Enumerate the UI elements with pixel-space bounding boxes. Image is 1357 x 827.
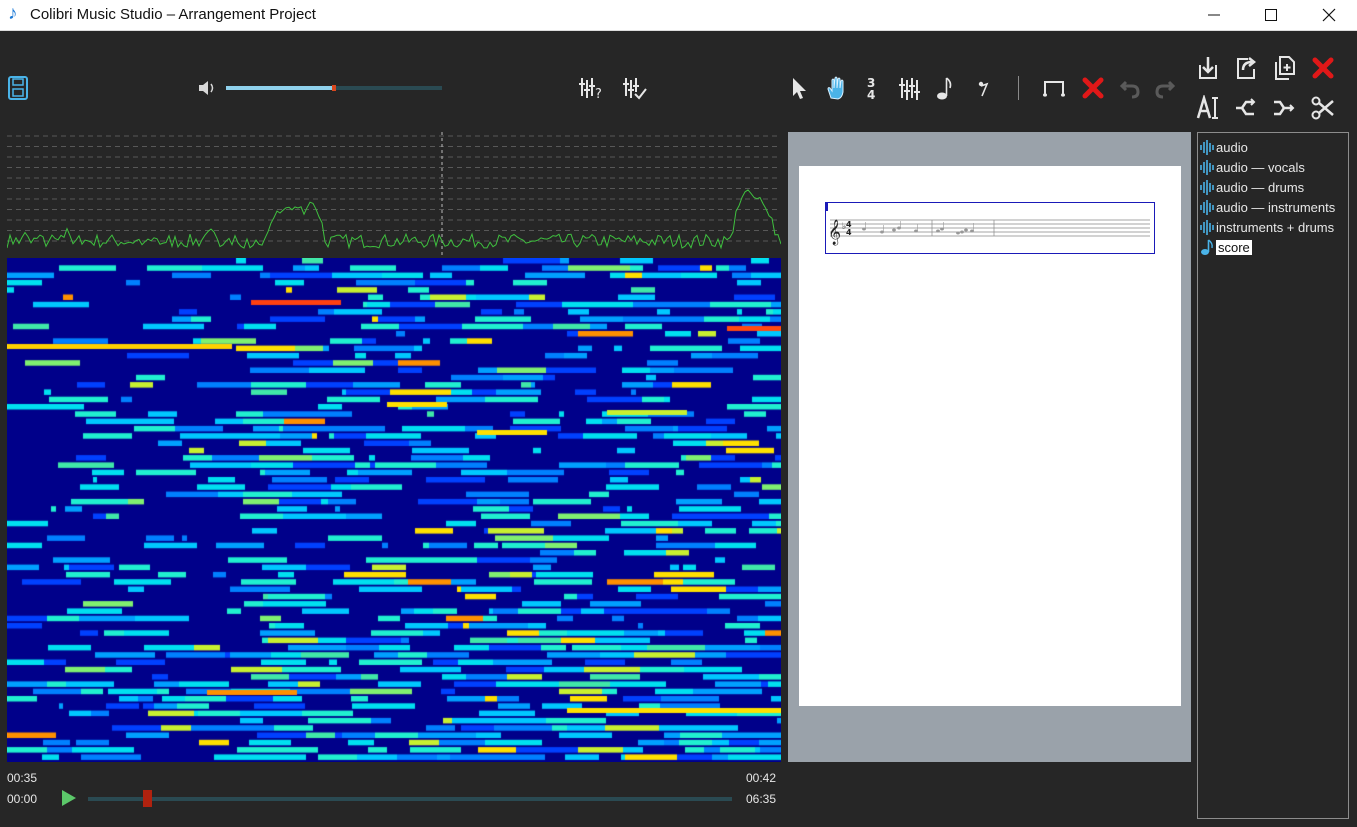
tree-item-audio-vocals[interactable]: audio — vocals [1200, 158, 1305, 176]
tree-item-audio-drums[interactable]: audio — drums [1200, 178, 1304, 196]
text-cursor-icon [1196, 95, 1218, 119]
current-time: 00:00 [7, 792, 38, 806]
export-button[interactable] [1233, 54, 1259, 82]
staff-notation: 𝄞 ♭ 4 4 [825, 203, 1150, 245]
delete-icon [1082, 77, 1104, 99]
tree-item-instruments-drums[interactable]: instruments + drums [1200, 218, 1334, 236]
merge-button[interactable] [1233, 94, 1259, 122]
tune-question-icon: ? [579, 78, 602, 101]
close-icon [1322, 8, 1336, 22]
pointer-tool-button[interactable] [787, 74, 811, 102]
waveform-icon [1200, 220, 1214, 235]
remove-icon [1312, 57, 1334, 79]
key-signature-button[interactable] [896, 74, 922, 102]
window-title: Colibri Music Studio – Arrangement Proje… [30, 6, 316, 23]
redo-button[interactable] [1152, 74, 1178, 102]
view-start-time: 00:35 [7, 771, 38, 785]
minimize-button[interactable] [1185, 0, 1243, 30]
seek-bar[interactable] [88, 797, 732, 801]
import-button[interactable] [1195, 54, 1221, 82]
waveform-icon [1200, 200, 1214, 215]
tune-check-button[interactable] [620, 74, 648, 102]
tree-item-audio-instruments[interactable]: audio — instruments [1200, 198, 1335, 216]
play-button[interactable] [60, 789, 78, 807]
maximize-button[interactable] [1242, 0, 1300, 30]
svg-text:4: 4 [846, 228, 852, 237]
time-signature-icon: 3 4 [867, 76, 875, 101]
volume-button[interactable] [196, 78, 218, 98]
cut-icon [1311, 96, 1334, 120]
close-button[interactable] [1300, 0, 1357, 30]
tree-item-label: audio — vocals [1216, 159, 1305, 175]
tree-item-audio[interactable]: audio [1200, 138, 1248, 156]
split-icon [1274, 100, 1295, 116]
project-tree: audio audio — vocals audio — drums audio… [1197, 132, 1349, 819]
svg-text:?: ? [595, 87, 602, 101]
view-end-time: 00:42 [746, 771, 777, 785]
beam-icon [1043, 81, 1065, 97]
note-icon [1201, 239, 1213, 255]
seek-knob[interactable] [142, 790, 152, 807]
hand-tool-icon [827, 76, 844, 100]
text-tool-button[interactable] [1195, 94, 1221, 122]
spectrogram-view[interactable] [7, 258, 781, 762]
tree-item-label: score [1216, 239, 1252, 255]
copy-file-button[interactable] [1271, 54, 1297, 82]
volume-fill [226, 86, 334, 90]
total-time: 06:35 [746, 792, 777, 806]
waveform-plot [6, 132, 782, 258]
music-note-icon: ♪ [8, 3, 18, 24]
save-icon [8, 76, 28, 100]
volume-slider[interactable] [226, 85, 442, 91]
waveform-icon [1200, 140, 1214, 155]
hand-tool-button[interactable] [824, 74, 848, 102]
export-icon [1237, 57, 1257, 79]
note-icon [937, 77, 952, 100]
waveform-icon [1200, 160, 1214, 175]
undo-button[interactable] [1117, 74, 1143, 102]
score-system[interactable]: 𝄞 ♭ 4 4 [825, 202, 1155, 254]
tree-item-score[interactable]: score [1200, 238, 1252, 256]
waveform-icon [1200, 180, 1214, 195]
play-icon [62, 790, 76, 806]
spectrogram-canvas [7, 258, 781, 762]
treble-clef-icon: 𝄞 [828, 219, 841, 245]
svg-text:4: 4 [867, 88, 875, 101]
note-tool-button[interactable] [934, 74, 956, 102]
tree-item-label: audio — instruments [1216, 199, 1336, 215]
tree-item-label: instruments + drums [1216, 219, 1335, 235]
redo-icon [1155, 80, 1176, 99]
remove-button[interactable] [1310, 54, 1336, 82]
time-signature-button[interactable]: 3 4 [861, 74, 883, 102]
volume-knob[interactable] [332, 85, 336, 91]
waveform-view[interactable] [6, 132, 782, 258]
toolbar-separator [1018, 76, 1019, 100]
tree-item-label: audio [1216, 139, 1248, 155]
split-button[interactable] [1271, 94, 1297, 122]
beam-tool-button[interactable] [1041, 74, 1069, 102]
rest-tool-button[interactable] [973, 74, 993, 102]
volume-icon [199, 81, 214, 95]
rest-icon [978, 81, 989, 97]
tune-check-icon [623, 78, 647, 100]
delete-button[interactable] [1080, 74, 1106, 102]
cut-button[interactable] [1310, 94, 1336, 122]
undo-icon [1119, 80, 1140, 99]
import-icon [1199, 57, 1217, 79]
pointer-tool-icon [793, 78, 806, 99]
merge-icon [1236, 98, 1256, 116]
maximize-icon [1265, 9, 1277, 21]
tune-question-button[interactable]: ? [576, 74, 604, 102]
key-signature-icon [899, 78, 920, 100]
title-bar: ♪ Colibri Music Studio – Arrangement Pro… [0, 0, 1357, 31]
copy-file-icon [1275, 56, 1295, 80]
save-button[interactable] [6, 74, 30, 102]
minimize-icon [1208, 14, 1220, 16]
tree-item-label: audio — drums [1216, 179, 1305, 195]
